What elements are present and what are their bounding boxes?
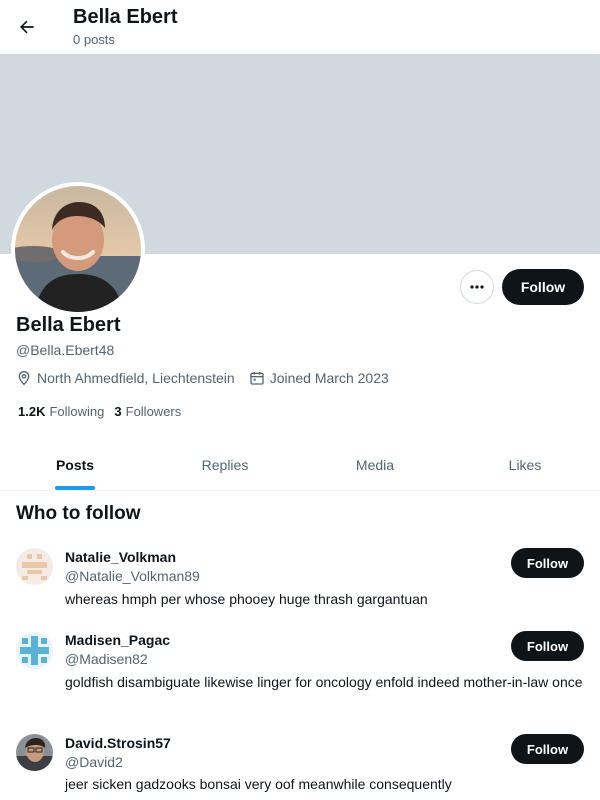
tab-replies[interactable]: Replies: [150, 440, 300, 490]
more-options-button[interactable]: [460, 270, 494, 304]
avatar-photo: [15, 186, 141, 312]
followers-label: Followers: [125, 404, 182, 419]
join-date: Joined March 2023: [249, 370, 389, 386]
followers-link[interactable]: 3 Followers: [114, 404, 181, 419]
arrow-left-icon: [20, 20, 34, 34]
following-count: 1.2K: [18, 404, 46, 419]
back-button[interactable]: [12, 12, 42, 42]
user-bio: jeer sicken gadzooks bonsai very oof mea…: [65, 776, 452, 792]
user-handle: @David2: [65, 754, 123, 770]
header-title: Bella Ebert: [73, 6, 178, 28]
tab-media[interactable]: Media: [300, 440, 450, 490]
profile-name: Bella Ebert: [16, 314, 121, 336]
join-date-text: Joined March 2023: [269, 370, 389, 386]
profile-handle: @Bella.Ebert48: [16, 342, 115, 358]
who-to-follow-title: Who to follow: [16, 503, 141, 524]
user-name[interactable]: Natalie_Volkman: [65, 549, 176, 565]
user-bio: goldfish disambiguate likewise linger fo…: [65, 674, 583, 690]
avatar: [16, 734, 53, 771]
more-horizontal-icon: [470, 285, 484, 289]
location: North Ahmedfield, Liechtenstein: [16, 370, 235, 386]
followers-count: 3: [114, 404, 122, 419]
location-pin-icon: [18, 370, 30, 386]
profile-meta: North Ahmedfield, Liechtenstein Joined M…: [16, 370, 403, 386]
top-bar: Bella Ebert 0 posts: [0, 0, 600, 54]
follow-user-button[interactable]: Follow: [511, 631, 584, 661]
user-bio: whereas hmph per whose phooey huge thras…: [65, 591, 428, 607]
user-name[interactable]: Madisen_Pagac: [65, 632, 170, 648]
following-link[interactable]: 1.2K Following: [18, 404, 104, 419]
follow-button[interactable]: Follow: [502, 269, 584, 305]
avatar: [16, 548, 53, 585]
user-name[interactable]: David.Strosin57: [65, 735, 171, 751]
follow-user-button[interactable]: Follow: [511, 734, 584, 764]
tab-posts[interactable]: Posts: [0, 440, 150, 490]
location-text: North Ahmedfield, Liechtenstein: [37, 370, 235, 386]
header-post-count: 0 posts: [73, 32, 115, 47]
profile-avatar[interactable]: [11, 182, 145, 316]
avatar: [16, 632, 53, 669]
following-label: Following: [49, 404, 105, 419]
user-handle: @Natalie_Volkman89: [65, 568, 200, 584]
profile-tabs: Posts Replies Media Likes: [0, 440, 600, 491]
user-handle: @Madisen82: [65, 651, 148, 667]
follow-stats: 1.2K Following 3 Followers: [18, 404, 191, 419]
calendar-icon: [250, 372, 264, 385]
follow-user-button[interactable]: Follow: [511, 548, 584, 578]
tab-likes[interactable]: Likes: [450, 440, 600, 490]
